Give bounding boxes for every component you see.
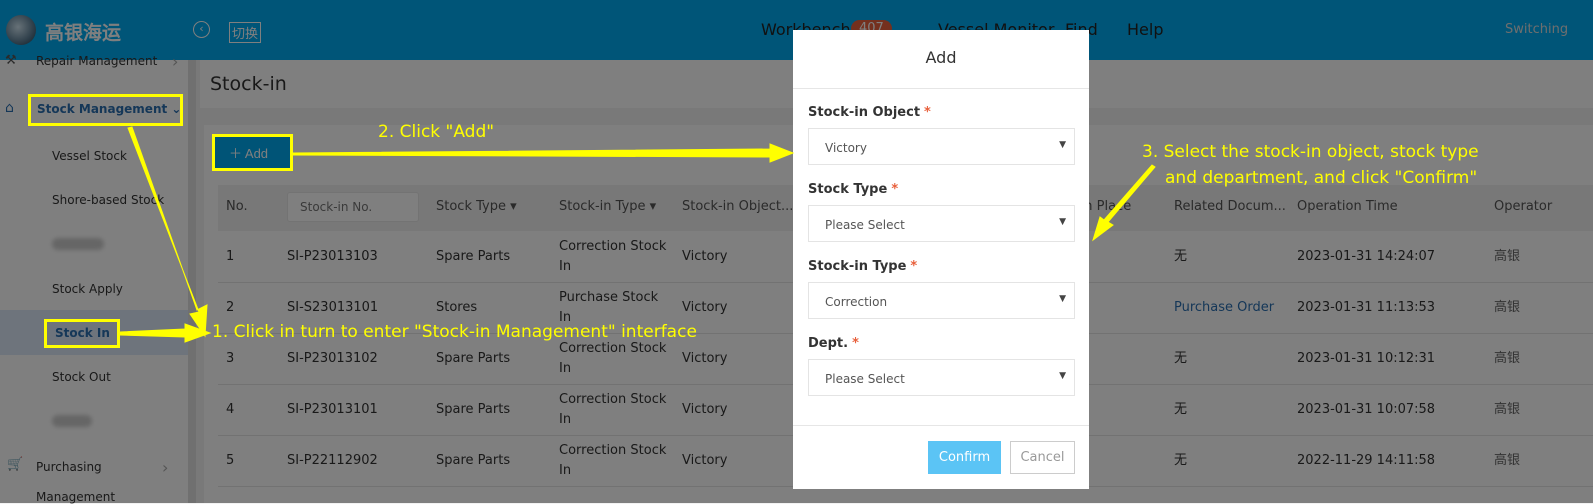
annotation-arrows xyxy=(119,126,1156,343)
arrow-step3 xyxy=(1092,164,1156,242)
annotation-step3-line1: 3. Select the stock-in object, stock typ… xyxy=(1142,142,1479,162)
annotation-step1: 1. Click in turn to enter "Stock-in Mana… xyxy=(212,322,697,342)
arrow-step1-horizontal xyxy=(119,323,212,343)
annotation-step3-line2: and department, and click "Confirm" xyxy=(1165,168,1478,188)
arrow-step2 xyxy=(292,143,795,163)
arrow-step1-diagonal xyxy=(127,126,208,338)
annotation-step2: 2. Click "Add" xyxy=(378,122,495,142)
